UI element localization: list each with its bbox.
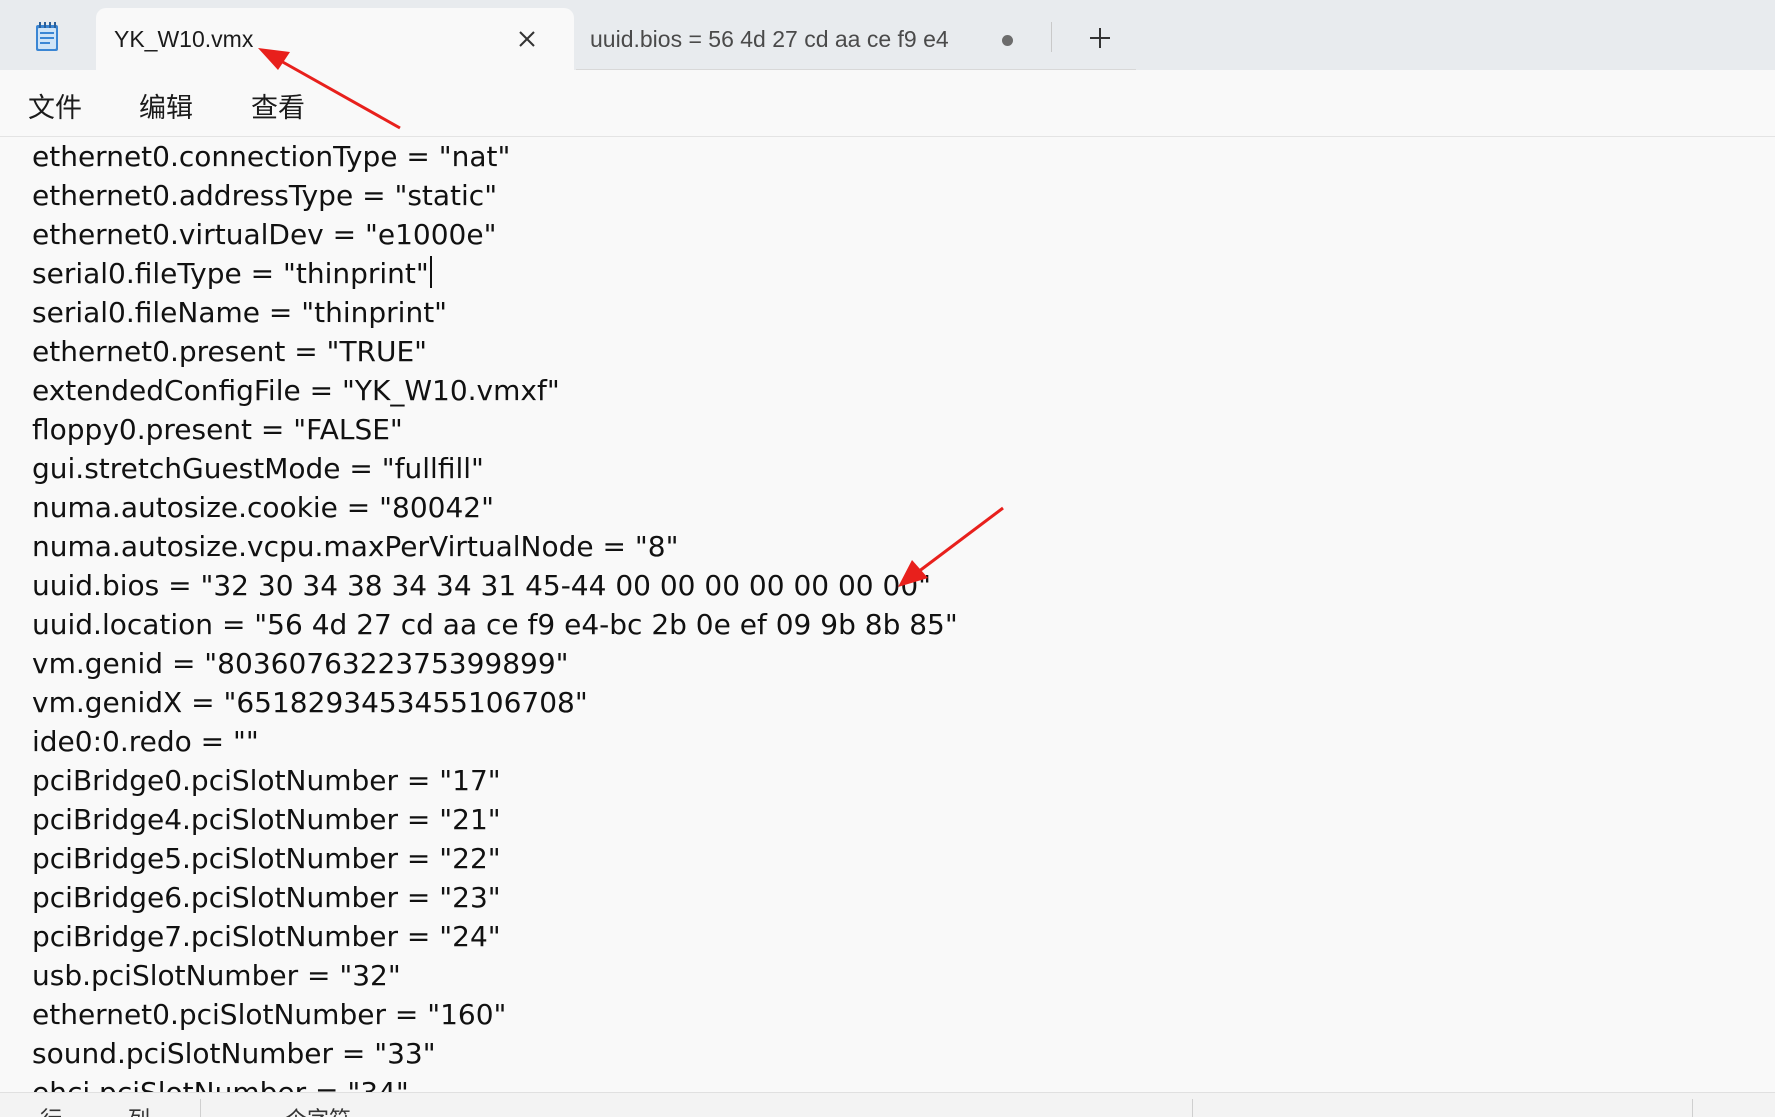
status-line: 行 (40, 1102, 62, 1117)
editor-line: pciBridge4.pciSlotNumber = "21" (32, 803, 501, 836)
status-column: 列 (128, 1102, 150, 1117)
editor-line: pciBridge0.pciSlotNumber = "17" (32, 764, 501, 797)
status-char-count: 个字符 (285, 1102, 351, 1117)
tab-uuid-bios[interactable]: uuid.bios = 56 4d 27 cd aa ce f9 e4 (576, 8, 1052, 70)
unsaved-dot-icon[interactable] (1002, 35, 1013, 46)
notepad-icon (34, 22, 60, 52)
status-bar: 行 列 个字符 (0, 1092, 1775, 1117)
editor-line: ehci.pciSlotNumber = "34" (32, 1073, 409, 1092)
menu-file[interactable]: 文件 (28, 86, 82, 125)
editor-line: uuid.location = "56 4d 27 cd aa ce f9 e4… (32, 608, 958, 641)
tab-title: YK_W10.vmx (114, 26, 254, 52)
menu-edit[interactable]: 编辑 (139, 86, 193, 125)
tab-title: uuid.bios = 56 4d 27 cd aa ce f9 e4 (590, 26, 949, 52)
text-editor[interactable]: ethernet0.connectionType = "nat" etherne… (0, 137, 1775, 1092)
editor-line: floppy0.present = "FALSE" (32, 413, 403, 446)
menu-view[interactable]: 查看 (251, 86, 305, 125)
editor-line: numa.autosize.cookie = "80042" (32, 491, 494, 524)
editor-line: vm.genid = "8036076322375399899" (32, 647, 569, 680)
tab-separator (1051, 22, 1052, 52)
editor-line-text: serial0.fileType = "thinprint" (32, 257, 429, 290)
editor-line: ethernet0.connectionType = "nat" (32, 140, 511, 173)
editor-line: ide0:0.redo = "" (32, 725, 259, 758)
editor-line: usb.pciSlotNumber = "32" (32, 959, 401, 992)
editor-line: numa.autosize.vcpu.maxPerVirtualNode = "… (32, 530, 679, 563)
plus-icon[interactable] (1086, 24, 1114, 52)
menu-bar: 文件 编辑 查看 (0, 70, 1775, 137)
editor-line: sound.pciSlotNumber = "33" (32, 1037, 436, 1070)
tab-bar: YK_W10.vmx uuid.bios = 56 4d 27 cd aa ce… (0, 0, 1775, 71)
editor-line: ethernet0.virtualDev = "e1000e" (32, 218, 497, 251)
tab-yk-w10-vmx[interactable]: YK_W10.vmx (96, 8, 574, 70)
editor-line: ethernet0.addressType = "static" (32, 179, 498, 212)
editor-line: pciBridge7.pciSlotNumber = "24" (32, 920, 501, 953)
editor-line: uuid.bios = "32 30 34 38 34 34 31 45-44 … (32, 569, 932, 602)
editor-line: extendedConfigFile = "YK_W10.vmxf" (32, 374, 560, 407)
editor-line: serial0.fileName = "thinprint" (32, 296, 448, 329)
editor-line: pciBridge6.pciSlotNumber = "23" (32, 881, 501, 914)
close-icon[interactable] (514, 26, 540, 52)
editor-line: ethernet0.present = "TRUE" (32, 335, 428, 368)
editor-line: vm.genidX = "6518293453455106708" (32, 686, 588, 719)
editor-line: ethernet0.pciSlotNumber = "160" (32, 998, 507, 1031)
editor-line-with-caret: serial0.fileType = "thinprint" (32, 254, 432, 293)
status-separator (200, 1099, 201, 1117)
editor-line: pciBridge5.pciSlotNumber = "22" (32, 842, 501, 875)
text-caret (429, 256, 432, 288)
status-separator (1692, 1099, 1693, 1117)
editor-line: gui.stretchGuestMode = "fullfill" (32, 452, 484, 485)
notepad-window: YK_W10.vmx uuid.bios = 56 4d 27 cd aa ce… (0, 0, 1775, 1117)
status-separator (1192, 1099, 1193, 1117)
